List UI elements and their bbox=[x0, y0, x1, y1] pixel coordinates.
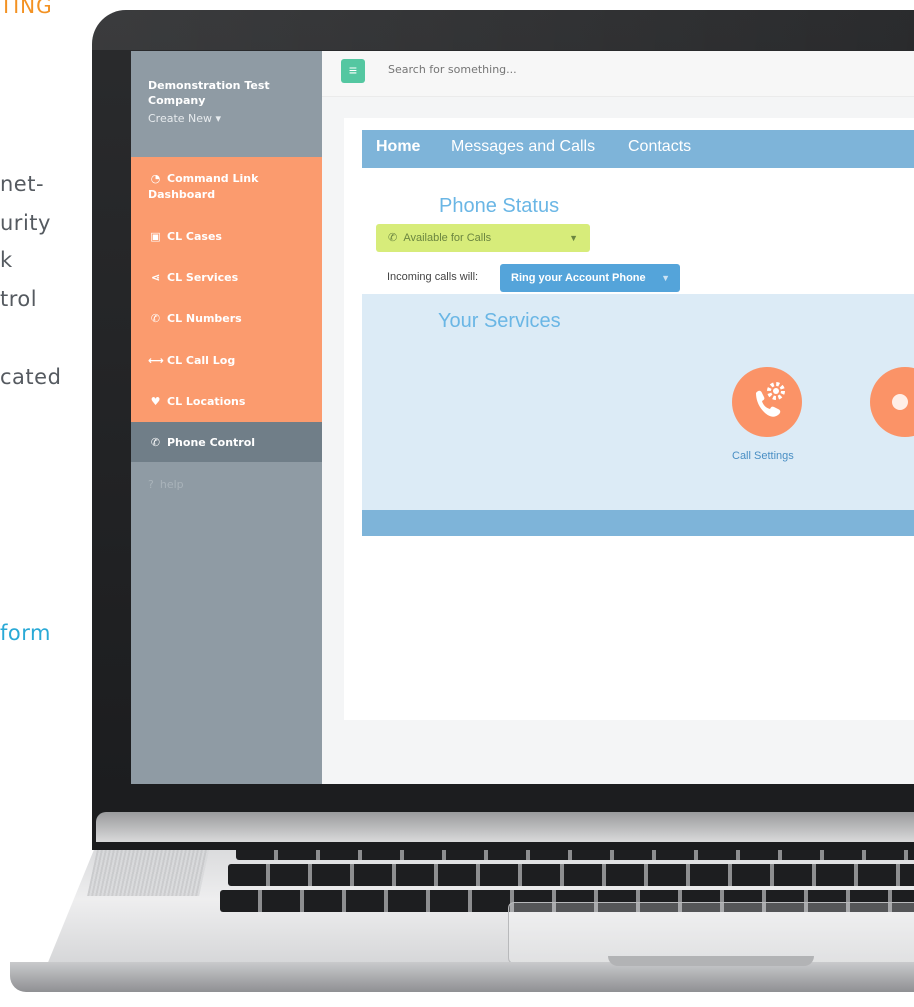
sidebar-item-label: Command Link Dashboard bbox=[148, 172, 259, 201]
call-settings-button[interactable] bbox=[732, 367, 802, 437]
caret-down-icon: ▼ bbox=[661, 273, 670, 283]
tab-home[interactable]: Home bbox=[376, 138, 420, 156]
sidebar-item-call-log[interactable]: ⟷ CL Call Log bbox=[148, 354, 235, 367]
page-text-fragment: urity bbox=[0, 211, 51, 235]
create-new-dropdown[interactable]: Create New ▾ bbox=[148, 112, 221, 125]
incoming-calls-label: Incoming calls will: bbox=[387, 271, 479, 283]
service-button-partial[interactable] bbox=[870, 367, 914, 437]
sidebar-item-help[interactable]: ? help bbox=[148, 478, 184, 491]
tab-contacts[interactable]: Contacts bbox=[628, 138, 691, 156]
laptop-trackpad bbox=[508, 902, 914, 964]
services-title: Your Services bbox=[438, 310, 561, 332]
services-panel: Your Services Call Settings bbox=[362, 294, 914, 510]
hamburger-menu-button[interactable]: ≡ bbox=[341, 59, 365, 83]
sidebar-item-label: CL Cases bbox=[167, 230, 222, 243]
page-text-fragment: k bbox=[0, 248, 13, 272]
page-text-fragment: cated bbox=[0, 365, 62, 389]
services-footer-bar bbox=[362, 510, 914, 536]
share-icon: ⋖ bbox=[150, 271, 161, 284]
sidebar-item-services[interactable]: ⋖ CL Services bbox=[148, 271, 238, 284]
availability-value: Available for Calls bbox=[403, 232, 492, 244]
call-settings-label: Call Settings bbox=[732, 450, 794, 462]
app-screen: Demonstration Test Company Create New ▾ … bbox=[131, 51, 914, 784]
sidebar: Demonstration Test Company Create New ▾ … bbox=[131, 51, 322, 784]
map-pin-icon: ♥ bbox=[150, 395, 161, 408]
sidebar-item-label: help bbox=[159, 478, 184, 491]
phone-icon: ✆ bbox=[150, 312, 161, 325]
laptop-notch bbox=[608, 956, 814, 966]
laptop-base-edge bbox=[10, 962, 914, 992]
tab-bar: Home Messages and Calls Contacts bbox=[362, 130, 914, 168]
hamburger-icon: ≡ bbox=[348, 62, 358, 78]
page-text-fragment: net- bbox=[0, 172, 45, 196]
caret-down-icon: ▼ bbox=[569, 233, 578, 243]
sidebar-item-phone-control[interactable]: ✆ Phone Control bbox=[131, 422, 322, 462]
page-heading-fragment: TING bbox=[0, 0, 53, 18]
laptop-speaker-grille bbox=[87, 850, 209, 896]
sidebar-item-locations[interactable]: ♥ CL Locations bbox=[148, 395, 246, 408]
phone-icon: ✆ bbox=[388, 232, 398, 244]
sidebar-item-label: CL Numbers bbox=[167, 312, 242, 325]
question-icon: ? bbox=[148, 478, 154, 491]
laptop-hinge bbox=[96, 812, 914, 842]
service-icon bbox=[892, 394, 908, 410]
availability-select[interactable]: ✆ Available for Calls ▼ bbox=[376, 224, 590, 252]
phone-gear-icon bbox=[756, 382, 785, 417]
dashboard-icon: ◔ bbox=[150, 172, 161, 185]
page-link-fragment[interactable]: form bbox=[0, 621, 51, 645]
sidebar-item-numbers[interactable]: ✆ CL Numbers bbox=[148, 312, 242, 325]
top-bar: ≡ bbox=[322, 51, 914, 97]
page-text-fragment: trol bbox=[0, 287, 38, 311]
sidebar-item-dashboard[interactable]: ◔ Command Link Dashboard bbox=[148, 171, 308, 203]
sidebar-item-label: CL Services bbox=[167, 271, 239, 284]
main-card: Home Messages and Calls Contacts Phone S… bbox=[344, 118, 914, 720]
laptop-lid-gloss bbox=[92, 10, 914, 50]
sidebar-item-cases[interactable]: ▣ CL Cases bbox=[148, 230, 222, 243]
search-input[interactable] bbox=[388, 63, 688, 76]
phone-status-title: Phone Status bbox=[439, 195, 560, 217]
ring-target-select[interactable]: Ring your Account Phone ▼ bbox=[500, 264, 680, 292]
caret-down-icon: ▾ bbox=[215, 112, 222, 125]
company-name: Demonstration Test Company bbox=[148, 79, 270, 107]
phone-icon: ✆ bbox=[150, 436, 161, 449]
sidebar-item-label: CL Locations bbox=[167, 395, 246, 408]
arrows-icon: ⟷ bbox=[148, 354, 164, 367]
sidebar-item-label: CL Call Log bbox=[167, 354, 236, 367]
tab-messages-and-calls[interactable]: Messages and Calls bbox=[451, 138, 595, 156]
briefcase-icon: ▣ bbox=[150, 230, 161, 243]
sidebar-item-label: Phone Control bbox=[167, 436, 256, 449]
ring-target-value: Ring your Account Phone bbox=[511, 272, 646, 284]
screen-bezel-bottom bbox=[131, 784, 914, 812]
